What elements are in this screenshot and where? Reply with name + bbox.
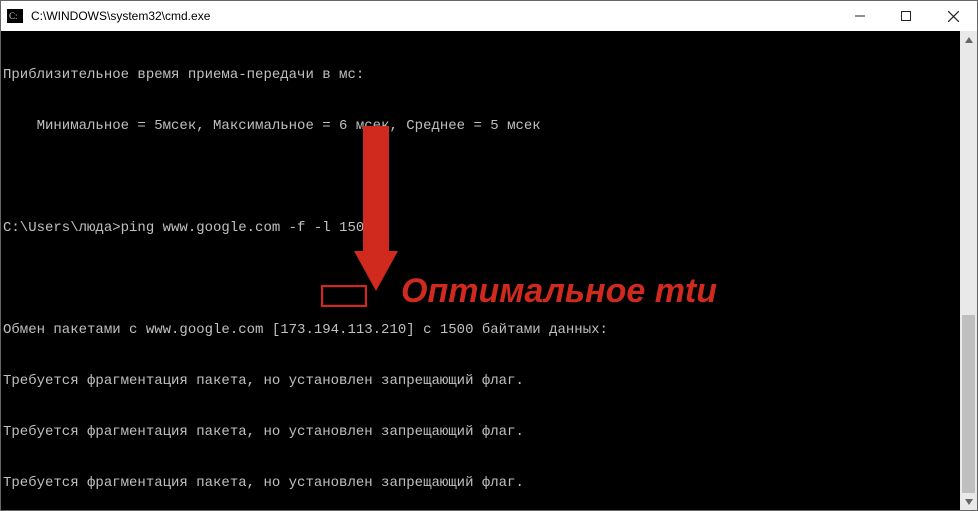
window-title: C:\WINDOWS\system32\cmd.exe — [29, 9, 837, 23]
scroll-up-button[interactable] — [960, 31, 977, 48]
terminal-line: Требуется фрагментация пакета, но устано… — [3, 424, 975, 441]
vertical-scrollbar[interactable] — [960, 31, 977, 510]
terminal-line — [3, 271, 975, 288]
annotation-arrow — [346, 126, 406, 291]
close-button[interactable] — [929, 1, 977, 31]
scroll-down-button[interactable] — [960, 493, 977, 510]
titlebar[interactable]: C: C:\WINDOWS\system32\cmd.exe — [1, 1, 977, 31]
scroll-thumb[interactable] — [962, 315, 975, 493]
terminal-line: Требуется фрагментация пакета, но устано… — [3, 373, 975, 390]
terminal-line: C:\Users\люда>ping www.google.com -f -l … — [3, 220, 975, 237]
maximize-button[interactable] — [883, 1, 929, 31]
terminal-area[interactable]: Приблизительное время приема-передачи в … — [1, 31, 977, 510]
cmd-icon: C: — [1, 9, 29, 23]
window-controls — [837, 1, 977, 31]
minimize-button[interactable] — [837, 1, 883, 31]
terminal-line: Приблизительное время приема-передачи в … — [3, 67, 975, 84]
scroll-track[interactable] — [960, 48, 977, 493]
cmd-window: C: C:\WINDOWS\system32\cmd.exe Приблизит… — [0, 0, 978, 511]
terminal-line — [3, 169, 975, 186]
terminal-line: Требуется фрагментация пакета, но устано… — [3, 475, 975, 492]
svg-text:C:: C: — [9, 11, 18, 21]
terminal-line: Обмен пакетами с www.google.com [173.194… — [3, 322, 975, 339]
terminal-line: Минимальное = 5мсек, Максимальное = 6 мс… — [3, 118, 975, 135]
annotation-highlight-box — [321, 285, 367, 307]
